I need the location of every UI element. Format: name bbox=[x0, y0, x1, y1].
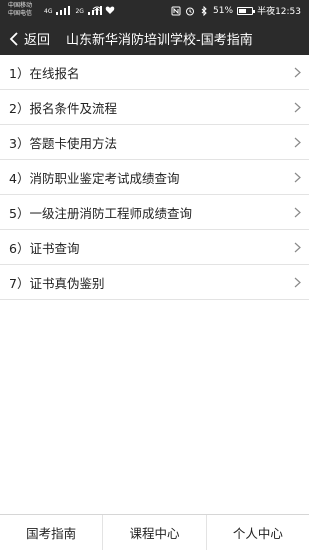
wifi-icon bbox=[92, 6, 102, 15]
menu-item-label: 2）报名条件及流程 bbox=[9, 100, 117, 116]
bluetooth-icon bbox=[201, 5, 207, 16]
network-type-1: 4G bbox=[44, 8, 53, 15]
menu-list: 1）在线报名 2）报名条件及流程 3）答题卡使用方法 4）消防职业鉴定考试成绩查… bbox=[0, 55, 309, 300]
app-screen: 中国移动 中国电信 4G 2G 51% 半夜12:53 返回 山东新华消防培训学… bbox=[0, 0, 309, 550]
menu-item-label: 5）一级注册消防工程师成绩查询 bbox=[9, 205, 192, 221]
menu-item-label: 4）消防职业鉴定考试成绩查询 bbox=[9, 170, 180, 186]
chevron-right-icon bbox=[294, 137, 301, 148]
carrier-labels: 中国移动 中国电信 bbox=[8, 2, 32, 18]
tab-exam-guide[interactable]: 国考指南 bbox=[0, 515, 104, 550]
alarm-icon bbox=[186, 7, 195, 15]
menu-item-label: 3）答题卡使用方法 bbox=[9, 135, 117, 151]
chevron-right-icon bbox=[294, 277, 301, 288]
status-bar: 中国移动 中国电信 4G 2G 51% 半夜12:53 bbox=[0, 0, 309, 22]
heart-icon bbox=[105, 6, 115, 14]
tab-personal-center[interactable]: 个人中心 bbox=[207, 515, 309, 550]
menu-item-engineer-score-query[interactable]: 5）一级注册消防工程师成绩查询 bbox=[0, 195, 309, 230]
menu-item-certificate-query[interactable]: 6）证书查询 bbox=[0, 230, 309, 265]
back-button[interactable]: 返回 bbox=[0, 22, 50, 55]
status-right: 51% 半夜12:53 bbox=[171, 4, 301, 17]
menu-item-label: 6）证书查询 bbox=[9, 240, 80, 256]
chevron-right-icon bbox=[294, 172, 301, 183]
menu-item-registration-conditions[interactable]: 2）报名条件及流程 bbox=[0, 90, 309, 125]
battery-icon bbox=[237, 6, 256, 15]
status-time: 半夜12:53 bbox=[257, 7, 301, 17]
tab-course-center[interactable]: 课程中心 bbox=[103, 515, 207, 550]
menu-item-certificate-verification[interactable]: 7）证书真伪鉴别 bbox=[0, 265, 309, 300]
nav-header: 返回 山东新华消防培训学校-国考指南 bbox=[0, 22, 309, 55]
nfc-icon bbox=[171, 6, 181, 15]
back-label: 返回 bbox=[24, 33, 51, 48]
menu-item-answer-sheet-usage[interactable]: 3）答题卡使用方法 bbox=[0, 125, 309, 160]
chevron-right-icon bbox=[294, 67, 301, 78]
chevron-right-icon bbox=[294, 207, 301, 218]
menu-item-vocational-score-query[interactable]: 4）消防职业鉴定考试成绩查询 bbox=[0, 160, 309, 195]
menu-item-label: 1）在线报名 bbox=[9, 65, 80, 81]
battery-percent: 51% bbox=[213, 5, 234, 16]
chevron-left-icon bbox=[9, 31, 18, 46]
bottom-tab-bar: 国考指南 课程中心 个人中心 bbox=[0, 514, 309, 550]
menu-item-online-registration[interactable]: 1）在线报名 bbox=[0, 55, 309, 90]
carrier-2: 中国电信 bbox=[8, 10, 33, 17]
page-title: 山东新华消防培训学校-国考指南 bbox=[66, 33, 253, 48]
chevron-right-icon bbox=[294, 242, 301, 253]
carrier-1: 中国移动 bbox=[8, 2, 33, 9]
chevron-right-icon bbox=[294, 102, 301, 113]
menu-item-label: 7）证书真伪鉴别 bbox=[9, 275, 105, 291]
network-type-2: 2G bbox=[75, 8, 84, 15]
